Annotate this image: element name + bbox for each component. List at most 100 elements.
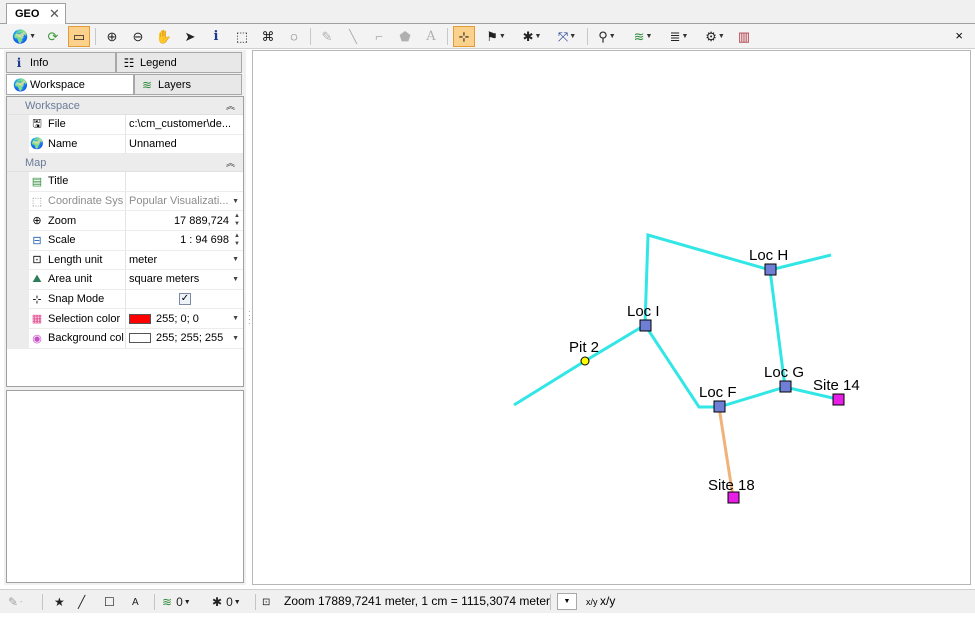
- tab-workspace-label: Workspace: [30, 78, 85, 91]
- spinner-icon[interactable]: ▲ ▼: [234, 232, 240, 248]
- coordinate-system-icon: ⬚: [31, 195, 43, 208]
- layer-style-icon[interactable]: ⚙ ▼: [700, 26, 730, 47]
- route-icon[interactable]: ⚑ ▼: [481, 26, 511, 47]
- property-row-scale[interactable]: ⊟ Scale 1 : 94 698 ▲ ▼: [7, 230, 243, 251]
- property-row-length-unit[interactable]: ⊡ Length unit meter ▼: [7, 250, 243, 271]
- panel-toggle-icon[interactable]: ▭: [68, 26, 90, 47]
- add-point-icon[interactable]: ★: [54, 593, 65, 611]
- add-line-icon[interactable]: ╲: [342, 26, 364, 47]
- area-unit-value[interactable]: square meters: [129, 273, 199, 285]
- status-bar: ✎ - ★ ╱ ☐ A ≋ 0 ▼ ✱ 0 ▼ ⊡ Zoom 17889,7241 met…: [0, 589, 975, 613]
- draw-text-icon[interactable]: A: [132, 593, 139, 611]
- pointer-options-icon[interactable]: ✱ ▼: [517, 26, 547, 47]
- property-row-coordinate-system[interactable]: ⬚ Coordinate Sys Popular Visualizati... ▼: [7, 191, 243, 212]
- property-row-selection-color[interactable]: ▦ Selection color 255; 0; 0 ▼: [7, 309, 243, 329]
- category-workspace[interactable]: Workspace ︽: [7, 97, 243, 115]
- lasso-select-icon[interactable]: ⌘: [257, 26, 279, 47]
- close-tab-icon[interactable]: ✕: [49, 6, 60, 22]
- map-toolbar: 🌍 ▼ ⟳ ▭ ⊕ ⊖ ✋ ➤ i ⬚ ⌘ ◌ ✎ ╲ ⌐ ⬟ A ⊹ ⚑ ▼ ✱ ▼…: [0, 24, 975, 49]
- zoom-in-icon[interactable]: ⊕: [101, 26, 123, 47]
- node-loc-i[interactable]: [639, 319, 652, 332]
- add-point-icon[interactable]: ✎: [316, 26, 338, 47]
- background-color-swatch: [129, 333, 151, 344]
- map-canvas[interactable]: Loc H Loc I Pit 2 Loc G Site 14 Loc F Si…: [253, 51, 972, 586]
- coordinate-format-dropdown[interactable]: ▼: [557, 593, 577, 610]
- zoom-value[interactable]: 17 889,724: [174, 215, 229, 227]
- area-unit-label: Area unit: [48, 273, 93, 286]
- snap-icon[interactable]: ⊹: [453, 26, 475, 47]
- dropdown-arrow-icon[interactable]: ▼: [232, 335, 239, 342]
- pan-hand-icon[interactable]: ✋: [153, 26, 175, 47]
- length-unit-value[interactable]: meter: [129, 254, 157, 266]
- tab-layers[interactable]: ≋ Layers: [134, 74, 242, 95]
- property-row-zoom[interactable]: ⊕ Zoom 17 889,724 ▲ ▼: [7, 211, 243, 231]
- dropdown-arrow-icon[interactable]: ▼: [232, 256, 239, 263]
- document-tab-geo[interactable]: GEO ✕: [6, 3, 66, 25]
- coordinate-system-value[interactable]: Popular Visualizati...: [129, 195, 228, 207]
- dropdown-arrow-icon[interactable]: ▼: [232, 276, 239, 283]
- coordinate-system-label: Coordinate Sys: [48, 195, 124, 208]
- spinner-icon[interactable]: ▲ ▼: [234, 212, 240, 228]
- draw-rectangle-icon[interactable]: ☐: [104, 593, 115, 611]
- scale-ruler-icon: ⊟: [32, 234, 42, 247]
- selection-color-value[interactable]: 255; 0; 0: [156, 313, 199, 325]
- refresh-icon[interactable]: ⟳: [42, 26, 64, 47]
- find-binoculars-icon[interactable]: ⚲ ▼: [592, 26, 622, 47]
- add-polygon-icon[interactable]: ⬟: [394, 26, 416, 47]
- layer-count-dropdown[interactable]: ≋ 0 ▼: [162, 593, 191, 611]
- tab-legend[interactable]: ☷ Legend: [116, 52, 242, 73]
- selection-color-swatch: [129, 313, 151, 324]
- collapse-chevron-icon[interactable]: ︽: [226, 99, 235, 112]
- background-color-value[interactable]: 255; 255; 255: [156, 332, 223, 344]
- info-icon[interactable]: i: [205, 26, 227, 47]
- add-text-icon[interactable]: A: [420, 26, 442, 47]
- layer-edit-icon[interactable]: ≣ ▼: [664, 26, 694, 47]
- property-row-title[interactable]: ▤ Title: [7, 172, 243, 192]
- dropdown-arrow-icon[interactable]: ▼: [232, 198, 239, 205]
- name-value[interactable]: Unnamed: [129, 138, 177, 150]
- map-view[interactable]: Loc H Loc I Pit 2 Loc G Site 14 Loc F Si…: [252, 50, 971, 585]
- draw-line-icon[interactable]: ╱: [78, 593, 85, 611]
- title-icon: ▤: [31, 175, 43, 188]
- rect-select-icon[interactable]: ⬚: [231, 26, 253, 47]
- property-row-file[interactable]: 🖫 File c:\cm_customer\de...: [7, 115, 243, 135]
- map-labels: Loc H Loc I Pit 2 Loc G Site 14 Loc F Si…: [569, 247, 860, 494]
- close-panel-icon[interactable]: ×: [955, 28, 963, 43]
- tab-workspace[interactable]: 🌍 Workspace: [6, 74, 134, 95]
- add-polyline-icon[interactable]: ⌐: [368, 26, 390, 47]
- properties-panel: i Info ☷ Legend 🌍 Workspace ≋ Layers Wor…: [4, 50, 246, 585]
- measure-icon[interactable]: ⤧ ▼: [552, 26, 582, 47]
- property-row-name[interactable]: 🌍 Name Unnamed: [7, 134, 243, 155]
- label-loc-f: Loc F: [699, 384, 737, 401]
- category-map[interactable]: Map ︽: [7, 154, 243, 173]
- property-row-background-color[interactable]: ◉ Background col 255; 255; 255 ▼: [7, 328, 243, 349]
- collapse-chevron-icon[interactable]: ︽: [226, 156, 235, 169]
- select-arrow-icon[interactable]: ➤: [179, 26, 201, 47]
- node-loc-f[interactable]: [713, 400, 726, 413]
- file-value[interactable]: c:\cm_customer\de...: [129, 118, 231, 130]
- snap-mode-checkbox[interactable]: ✓: [179, 293, 191, 306]
- globe-icon: 🌍: [30, 138, 44, 151]
- node-loc-h[interactable]: [764, 263, 777, 276]
- property-row-area-unit[interactable]: ⛰ Area unit square meters ▼: [7, 270, 243, 290]
- label-loc-g: Loc G: [764, 364, 804, 381]
- node-site-14[interactable]: [832, 393, 845, 406]
- label-site-18: Site 18: [708, 477, 755, 494]
- pen-icon[interactable]: ✎ -: [8, 593, 22, 611]
- tab-info[interactable]: i Info: [6, 52, 116, 73]
- pointer-count-dropdown[interactable]: ✱ 0 ▼: [212, 593, 241, 611]
- node-pit-2[interactable]: [580, 356, 590, 366]
- property-row-snap-mode[interactable]: ⊹ Snap Mode ✓: [7, 289, 243, 310]
- map-book-icon[interactable]: ▥: [733, 26, 755, 47]
- node-loc-g[interactable]: [779, 380, 792, 393]
- layer-add-icon[interactable]: ≋ ▼: [628, 26, 658, 47]
- panel-splitter[interactable]: · · · ·: [248, 308, 251, 328]
- scale-value[interactable]: 1 : 94 698: [180, 234, 229, 246]
- circle-select-icon[interactable]: ◌: [283, 26, 305, 47]
- zoom-out-icon[interactable]: ⊖: [127, 26, 149, 47]
- category-map-label: Map: [25, 156, 47, 169]
- label-loc-i: Loc I: [627, 303, 660, 320]
- document-tab-strip: GEO ✕: [0, 0, 975, 25]
- dropdown-arrow-icon[interactable]: ▼: [232, 315, 239, 322]
- globe-icon[interactable]: 🌍 ▼: [10, 26, 38, 47]
